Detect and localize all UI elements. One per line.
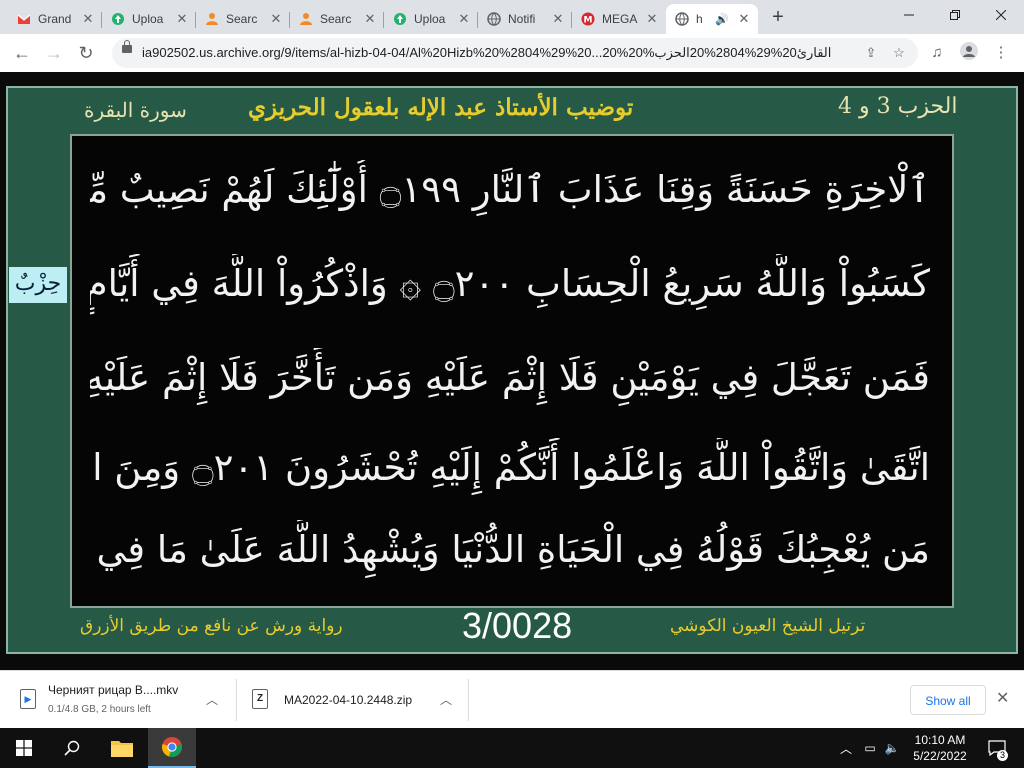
tab-title: Searc [226, 12, 258, 26]
date-text: 5/22/2022 [913, 749, 967, 763]
tab-upload[interactable]: Uploa ✕ [384, 4, 478, 34]
gmail-icon [16, 11, 32, 27]
reciter-text: ترتيل الشيخ العيون الكوشي [670, 616, 866, 636]
tab-title: Uploa [414, 12, 446, 26]
tab-close-icon[interactable]: ✕ [644, 11, 660, 27]
share-icon[interactable]: ⇪ [862, 44, 880, 62]
tab-gmail[interactable]: Grand ✕ [8, 4, 102, 34]
tab-title: Grand [38, 12, 72, 26]
minimize-button[interactable] [886, 0, 932, 30]
upload-icon [110, 11, 126, 27]
upload-icon [392, 11, 408, 27]
tab-close-icon[interactable]: ✕ [736, 11, 752, 27]
close-icon[interactable]: ✕ [996, 688, 1009, 708]
tab-close-icon[interactable]: ✕ [550, 11, 566, 27]
video-file-icon: ▶ [20, 689, 36, 709]
download-item[interactable]: ▶ Черният рицар В....mkv 0.1/4.8 GB, 2 h… [0, 671, 236, 729]
menu-icon[interactable]: ⋮ [990, 42, 1012, 64]
page-title: توضيب الأستاذ عبد الإله بلعقول الحريزي [248, 94, 634, 121]
tab-title: h [696, 12, 703, 26]
tab-title: Notifi [508, 12, 536, 26]
quran-line: اتَّقَىٰ وَاتَّقُواْ اللَّهَ وَاعْلَمُوا… [90, 446, 930, 489]
tab-upload[interactable]: Uploa ✕ [102, 4, 196, 34]
tab-search[interactable]: Searc ✕ [290, 4, 384, 34]
tab-search[interactable]: Searc ✕ [196, 4, 290, 34]
chrome-icon[interactable] [148, 728, 196, 768]
tab-close-icon[interactable]: ✕ [268, 11, 284, 27]
quran-text-panel: ٱلْاخِرَةِ حَسَنَةً وَقِنَا عَذَابَ ٱلنَ… [70, 134, 954, 608]
forward-button[interactable]: → [40, 39, 68, 67]
clock[interactable]: 10:10 AM 5/22/2022 [900, 732, 980, 764]
speaker-icon[interactable]: 🔊 [714, 13, 730, 26]
reload-button[interactable]: ↻ [72, 39, 100, 67]
download-item[interactable]: Z MA2022-04-10.2448.zip ︿ [236, 671, 468, 729]
tab-close-icon[interactable]: ✕ [362, 11, 378, 27]
browser-toolbar: ← → ↻ ia902502.us.archive.org/9/items/al… [0, 34, 1024, 72]
network-icon[interactable]: ▭ [858, 728, 882, 768]
tab-title: Searc [320, 12, 352, 26]
tab-mega[interactable]: M MEGA ✕ [572, 4, 666, 34]
tab-strip: Grand ✕ Uploa ✕ Searc ✕ Searc ✕ Uploa ✕ … [0, 0, 1024, 34]
svg-text:M: M [584, 16, 593, 26]
chevron-up-icon[interactable]: ︿ [836, 728, 856, 768]
notification-count: 3 [997, 750, 1008, 761]
tab-title: Uploa [132, 12, 164, 26]
search-icon [298, 11, 314, 27]
new-tab-button[interactable]: + [766, 6, 790, 30]
close-window-button[interactable] [978, 0, 1024, 30]
surah-name: سورة البقرة [84, 98, 187, 122]
tab-close-icon[interactable]: ✕ [456, 11, 472, 27]
tab-close-icon[interactable]: ✕ [174, 11, 190, 27]
show-all-button[interactable]: Show all [910, 685, 986, 715]
download-name: Черният рицар В....mkv [48, 683, 179, 697]
file-explorer-icon[interactable] [98, 728, 146, 768]
riwaya-text: رواية ورش عن نافع من طريق الأزرق [80, 616, 343, 636]
time-text: 10:10 AM [914, 733, 966, 747]
profile-icon[interactable] [958, 42, 980, 64]
tab-notifications[interactable]: Notifi ✕ [478, 4, 572, 34]
media-control-icon[interactable]: ♫ [926, 42, 948, 64]
download-bar: ▶ Черният рицар В....mkv 0.1/4.8 GB, 2 h… [0, 670, 1024, 729]
chevron-up-icon[interactable]: ︿ [440, 691, 452, 708]
tab-title: MEGA [602, 12, 638, 26]
zip-file-icon: Z [252, 689, 268, 709]
quran-line: فَمَن تَعَجَّلَ فِي يَوْمَيْنِ فَلَا إِث… [90, 356, 930, 399]
quran-line: مَن يُعْجِبُكَ قَوْلُهُ فِي الْحَيَاةِ ا… [90, 528, 930, 571]
page-number: 3/0028 [462, 605, 573, 646]
back-button[interactable]: ← [8, 39, 36, 67]
tab-active[interactable]: h 🔊 ✕ [666, 4, 758, 34]
url-text: ia902502.us.archive.org/9/items/al-hizb-… [142, 45, 832, 60]
globe-icon [486, 11, 502, 27]
address-bar[interactable]: ia902502.us.archive.org/9/items/al-hizb-… [112, 38, 918, 68]
search-icon [204, 11, 220, 27]
restore-button[interactable] [932, 0, 978, 30]
download-name: MA2022-04-10.2448.zip [284, 693, 413, 707]
quran-line: كَسَبُواْ وَاللَّهُ سَرِيعُ الْحِسَابِ ۝… [90, 262, 930, 305]
download-status: 0.1/4.8 GB, 2 hours left [48, 704, 151, 715]
windows-start-icon[interactable] [0, 728, 48, 768]
notification-icon[interactable]: 3 [984, 728, 1010, 768]
search-icon[interactable] [48, 728, 96, 768]
volume-icon[interactable]: 🔈 [882, 728, 902, 768]
quran-line: ٱلْاخِرَةِ حَسَنَةً وَقِنَا عَذَابَ ٱلنَ… [90, 168, 930, 211]
taskbar: ︿ ▭ 🔈 10:10 AM 5/22/2022 3 [0, 728, 1024, 768]
hizb-badge: حِزْبٌ [9, 267, 67, 303]
bookmark-star-icon[interactable]: ☆ [890, 44, 908, 62]
hizb-number: الحزب 3 و 4 [838, 94, 958, 119]
tab-close-icon[interactable]: ✕ [80, 11, 96, 27]
lock-icon [122, 40, 132, 53]
globe-icon [674, 11, 690, 27]
mega-icon: M [580, 11, 596, 27]
chevron-up-icon[interactable]: ︿ [206, 691, 218, 708]
